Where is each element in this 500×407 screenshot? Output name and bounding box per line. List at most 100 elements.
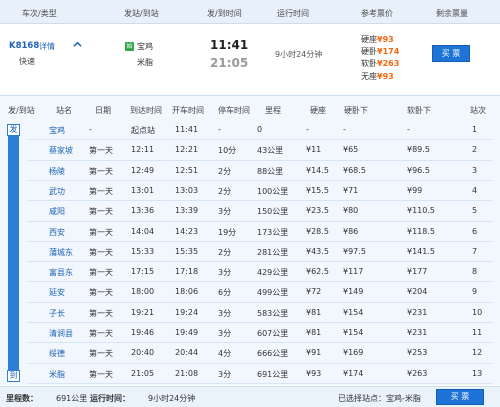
hard-sleeper-price: ¥65 (343, 145, 359, 155)
station-name[interactable]: 子长 (49, 308, 65, 319)
table-row[interactable]: 延安 第一天 18:00 18:06 6分 499公里 ¥72 ¥149 ¥204 9 (27, 282, 493, 302)
header-duration: 运行时间 (277, 9, 309, 18)
depart-time: 20:44 (175, 348, 199, 358)
hard-sleeper-price: - (343, 125, 346, 134)
origin-station-icon: 始 (125, 42, 134, 51)
distance: 583公里 (257, 308, 289, 318)
stop-day: - (89, 125, 92, 134)
header-times: 发/到时间 (207, 9, 242, 18)
stop-day: 第一天 (89, 247, 113, 257)
distance: 173公里 (257, 227, 289, 237)
stop-day: 第一天 (89, 207, 113, 217)
journey-bar (8, 128, 19, 376)
station-name[interactable]: 蒲城东 (49, 247, 73, 258)
depart-time: 12:51 (175, 165, 199, 175)
hard-sleeper-price: ¥71 (343, 185, 359, 195)
hard-seat-price: ¥43.5 (306, 246, 329, 256)
price-value: ¥93 (377, 71, 394, 81)
table-row[interactable]: 西安 第一天 14:04 14:23 19分 173公里 ¥28.5 ¥86 ¥118.5 6 (27, 222, 493, 242)
price-item: 软卧¥263 (361, 58, 399, 70)
table-row[interactable]: 咸阳 第一天 13:36 13:39 3分 150公里 ¥23.5 ¥80 ¥110.5 5 (27, 201, 493, 221)
soft-sleeper-price: ¥204 (407, 287, 428, 297)
arrive-time: 21:05 (131, 368, 155, 378)
price-item: 硬座¥93 (361, 34, 399, 46)
hard-seat-price: ¥81 (306, 328, 322, 337)
station-name[interactable]: 绥德 (49, 348, 65, 359)
depart-time: 13:39 (175, 206, 199, 216)
arrive-time: 21:05 (210, 56, 249, 70)
footer-distance-label: 里程数： (6, 394, 38, 403)
buy-ticket-button[interactable]: 买 票 (432, 45, 470, 62)
station-name[interactable]: 杨陵 (49, 166, 65, 177)
table-row[interactable]: 绥德 第一天 20:40 20:44 4分 666公里 ¥91 ¥169 ¥253 12 (27, 343, 493, 363)
hard-sleeper-price: ¥86 (343, 226, 359, 236)
table-row[interactable]: 宝鸡 - 起点站 11:41 - 0 - - - 1 (27, 120, 493, 140)
table-row[interactable]: 武功 第一天 13:01 13:03 2分 100公里 ¥15.5 ¥71 ¥99 4 (27, 181, 493, 201)
arrive-time: 起点站 (131, 126, 155, 135)
arrive-time: 19:46 (131, 328, 155, 337)
distance: 43公里 (257, 146, 284, 156)
hard-sleeper-price: ¥154 (343, 307, 364, 317)
duration: 9小时24分钟 (275, 50, 323, 59)
detail-link[interactable]: 详情 (39, 41, 55, 52)
distance: 607公里 (257, 329, 289, 338)
station-name[interactable]: 米脂 (49, 369, 65, 380)
col-arrive: 到达时间 (130, 106, 162, 115)
station-name[interactable]: 富县东 (49, 267, 73, 278)
journey-start-marker: 发 (7, 124, 20, 136)
arrive-time: 13:01 (131, 185, 155, 195)
table-row[interactable]: 杨陵 第一天 12:49 12:51 2分 88公里 ¥14.5 ¥68.5 ¥96.5 3 (27, 161, 493, 181)
stop-seq: 9 (472, 287, 478, 297)
station-name[interactable]: 宝鸡 (49, 125, 65, 136)
stop-duration: 3分 (218, 207, 232, 217)
col-day: 日期 (95, 106, 111, 115)
stop-duration: 3分 (218, 329, 232, 338)
list-header: 车次/类型 发站/到站 发/到时间 运行时间 参考票价 剩余票量 (0, 0, 500, 24)
distance: 691公里 (257, 369, 289, 379)
station-name[interactable]: 西安 (49, 227, 65, 238)
arrive-time: 13:36 (131, 206, 155, 216)
footer-time-label: 运行时间： (90, 394, 130, 403)
hard-sleeper-price: ¥68.5 (343, 165, 366, 175)
distance: 499公里 (257, 288, 289, 298)
hard-seat-price: - (306, 125, 309, 134)
table-row[interactable]: 蔡家坡 第一天 12:11 12:21 10分 43公里 ¥11 ¥65 ¥89.5 2 (27, 140, 493, 160)
hard-sleeper-price: ¥169 (343, 348, 364, 358)
stop-seq: 7 (472, 246, 478, 256)
arrive-time: 19:21 (131, 307, 155, 317)
price-list: 硬座¥93 硬卧¥174 软卧¥263 无座¥93 (361, 34, 399, 83)
col-depart: 开车时间 (172, 106, 204, 115)
depart-time: 18:06 (175, 287, 199, 297)
table-row[interactable]: 米脂 第一天 21:05 21:08 3分 691公里 ¥93 ¥174 ¥263 13 (27, 364, 493, 384)
depart-time: 21:08 (175, 368, 199, 378)
train-number[interactable]: K8168 (9, 41, 39, 51)
depart-time: 17:18 (175, 267, 199, 277)
table-row[interactable]: 清涧县 第一天 19:46 19:49 3分 607公里 ¥81 ¥154 ¥231 11 (27, 323, 493, 343)
stop-duration: 3分 (218, 268, 232, 278)
table-row[interactable]: 富县东 第一天 17:15 17:18 3分 429公里 ¥62.5 ¥117 ¥177 8 (27, 262, 493, 282)
stop-duration: 4分 (218, 349, 232, 359)
stop-day: 第一天 (89, 268, 113, 278)
row-divider (27, 382, 493, 384)
col-distance: 里程 (265, 106, 281, 115)
station-name[interactable]: 清涧县 (49, 328, 73, 339)
arrive-time: 18:00 (131, 287, 155, 297)
hard-seat-price: ¥14.5 (306, 165, 329, 175)
station-name[interactable]: 咸阳 (49, 206, 65, 217)
chevron-up-icon[interactable] (73, 40, 82, 49)
footer-buy-button[interactable]: 买 票 (436, 389, 484, 405)
col-stop: 停车时间 (218, 106, 250, 115)
station-name[interactable]: 蔡家坡 (49, 145, 73, 156)
station-name[interactable]: 武功 (49, 186, 65, 197)
arrive-time: 20:40 (131, 348, 155, 358)
train-row: K8168 详情 快速 始 宝鸡 米脂 11:41 21:05 9小时24分钟 … (0, 25, 500, 85)
station-name[interactable]: 延安 (49, 287, 65, 298)
table-row[interactable]: 子长 第一天 19:21 19:24 3分 583公里 ¥81 ¥154 ¥231 10 (27, 303, 493, 323)
soft-sleeper-price: ¥263 (407, 368, 428, 378)
table-row[interactable]: 蒲城东 第一天 15:33 15:35 2分 281公里 ¥43.5 ¥97.5 ¥141.5 7 (27, 242, 493, 262)
stop-day: 第一天 (89, 329, 113, 338)
hard-sleeper-price: ¥174 (343, 368, 364, 378)
hard-sleeper-price: ¥97.5 (343, 246, 366, 256)
price-value: ¥263 (377, 59, 400, 69)
stop-duration: 19分 (218, 227, 237, 237)
